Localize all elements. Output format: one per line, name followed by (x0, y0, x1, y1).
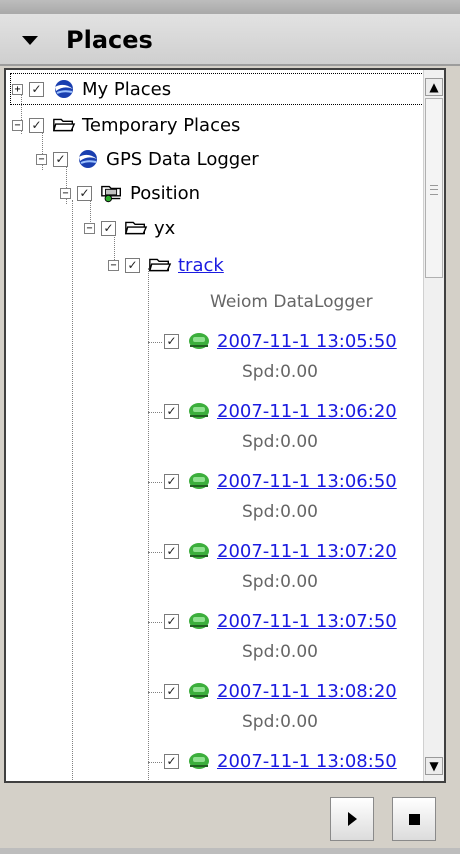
point-link[interactable]: 2007-11-1 13:08:20 (217, 681, 397, 702)
collapse-toggle[interactable]: − (108, 259, 119, 271)
checkbox[interactable]: ✓ (164, 403, 179, 419)
panel-top-edge (0, 0, 460, 15)
tree-item-label: yx (154, 217, 176, 239)
tree-connector (148, 762, 162, 763)
collapse-toggle[interactable]: − (36, 153, 47, 165)
checkbox[interactable]: ✓ (77, 185, 92, 201)
bottom-toolbar (0, 785, 460, 854)
stop-icon (408, 813, 420, 825)
tree-connector (148, 482, 162, 483)
point-link[interactable]: 2007-11-1 13:08:50 (217, 751, 397, 772)
track-point-icon (187, 470, 211, 492)
point-link[interactable]: 2007-11-1 13:06:20 (217, 401, 397, 422)
point-description: Spd:0.00 (242, 362, 318, 382)
tree-item-label: Temporary Places (82, 114, 241, 136)
checkbox[interactable]: ✓ (125, 257, 140, 273)
checkbox[interactable]: ✓ (164, 753, 179, 769)
point-description: Spd:0.00 (242, 712, 318, 732)
collapse-toggle[interactable]: − (84, 222, 95, 234)
checkbox[interactable]: ✓ (164, 473, 179, 489)
checkbox[interactable]: ✓ (164, 333, 179, 349)
track-point-icon (187, 330, 211, 352)
globe-icon (52, 78, 76, 100)
tree-connector (148, 692, 162, 693)
tree-item-yx[interactable]: − ✓ yx (84, 213, 175, 243)
folder-open-icon (124, 217, 148, 239)
scroll-down-arrow-icon[interactable]: ▼ (425, 757, 443, 775)
vertical-scrollbar[interactable]: ▲ ▼ (423, 70, 444, 781)
expand-toggle[interactable]: + (12, 83, 23, 95)
list-item[interactable]: ✓ 2007-11-1 13:05:50 (164, 326, 397, 356)
places-tree-view[interactable]: + ✓ My Places − ✓ Temporary Places − ✓ G… (4, 68, 446, 783)
track-point-icon (187, 610, 211, 632)
checkbox[interactable]: ✓ (101, 220, 116, 236)
list-item[interactable]: ✓ 2007-11-1 13:06:20 (164, 396, 397, 426)
panel-bottom-edge (0, 848, 460, 854)
track-point-icon (187, 400, 211, 422)
point-link[interactable]: 2007-11-1 13:06:50 (217, 471, 397, 492)
tree-connector (148, 412, 162, 413)
list-item[interactable]: ✓ 2007-11-1 13:08:20 (164, 676, 397, 706)
tree-item-label: GPS Data Logger (106, 148, 259, 170)
checkbox[interactable]: ✓ (164, 683, 179, 699)
point-link[interactable]: 2007-11-1 13:05:50 (217, 331, 397, 352)
list-item[interactable]: ✓ 2007-11-1 13:07:20 (164, 536, 397, 566)
list-item[interactable]: ✓ 2007-11-1 13:08:50 (164, 746, 397, 776)
point-description: Spd:0.00 (242, 502, 318, 522)
tree-item-gps-data-logger[interactable]: − ✓ GPS Data Logger (36, 144, 259, 174)
globe-icon (76, 148, 100, 170)
tree-connector (148, 268, 149, 781)
places-panel: Places + ✓ My Places − ✓ Temporary Place… (0, 0, 460, 854)
scroll-up-arrow-icon[interactable]: ▲ (425, 78, 443, 96)
track-point-icon (187, 540, 211, 562)
point-description: Spd:0.00 (242, 642, 318, 662)
stop-button[interactable] (392, 797, 436, 841)
track-link[interactable]: track (178, 255, 224, 276)
folder-open-icon (148, 254, 172, 276)
folder-open-icon (52, 114, 76, 136)
tree-item-temporary-places[interactable]: − ✓ Temporary Places (12, 110, 240, 140)
list-item[interactable]: ✓ 2007-11-1 13:06:50 (164, 466, 397, 496)
play-icon (347, 812, 357, 826)
tree-connector (148, 622, 162, 623)
track-point-icon (187, 750, 211, 772)
point-link[interactable]: 2007-11-1 13:07:50 (217, 611, 397, 632)
tree-item-position[interactable]: − ✓ Position (60, 178, 200, 208)
track-description: Weiom DataLogger (210, 292, 373, 312)
checkbox[interactable]: ✓ (29, 81, 44, 97)
checkbox[interactable]: ✓ (53, 151, 68, 167)
play-button[interactable] (330, 797, 374, 841)
tree-connector (72, 200, 73, 781)
collapse-triangle-icon[interactable] (22, 36, 38, 45)
collapse-toggle[interactable]: − (12, 119, 23, 131)
network-folder-icon (100, 182, 124, 204)
point-description: Spd:0.00 (242, 572, 318, 592)
checkbox[interactable]: ✓ (164, 543, 179, 559)
tree-connector (148, 342, 162, 343)
point-link[interactable]: 2007-11-1 13:07:20 (217, 541, 397, 562)
tree-item-track[interactable]: − ✓ track (108, 250, 224, 280)
tree-connector (148, 552, 162, 553)
collapse-toggle[interactable]: − (60, 187, 71, 199)
tree-item-label: My Places (82, 78, 172, 100)
scroll-thumb[interactable] (425, 98, 443, 278)
panel-title: Places (66, 26, 153, 54)
point-description: Spd:0.00 (242, 432, 318, 452)
checkbox[interactable]: ✓ (164, 613, 179, 629)
checkbox[interactable]: ✓ (29, 117, 44, 133)
track-point-icon (187, 680, 211, 702)
tree-content: + ✓ My Places − ✓ Temporary Places − ✓ G… (6, 70, 424, 781)
tree-item-label: Position (130, 182, 201, 204)
list-item[interactable]: ✓ 2007-11-1 13:07:50 (164, 606, 397, 636)
tree-item-my-places[interactable]: + ✓ My Places (12, 74, 171, 104)
places-header[interactable]: Places (0, 14, 460, 66)
